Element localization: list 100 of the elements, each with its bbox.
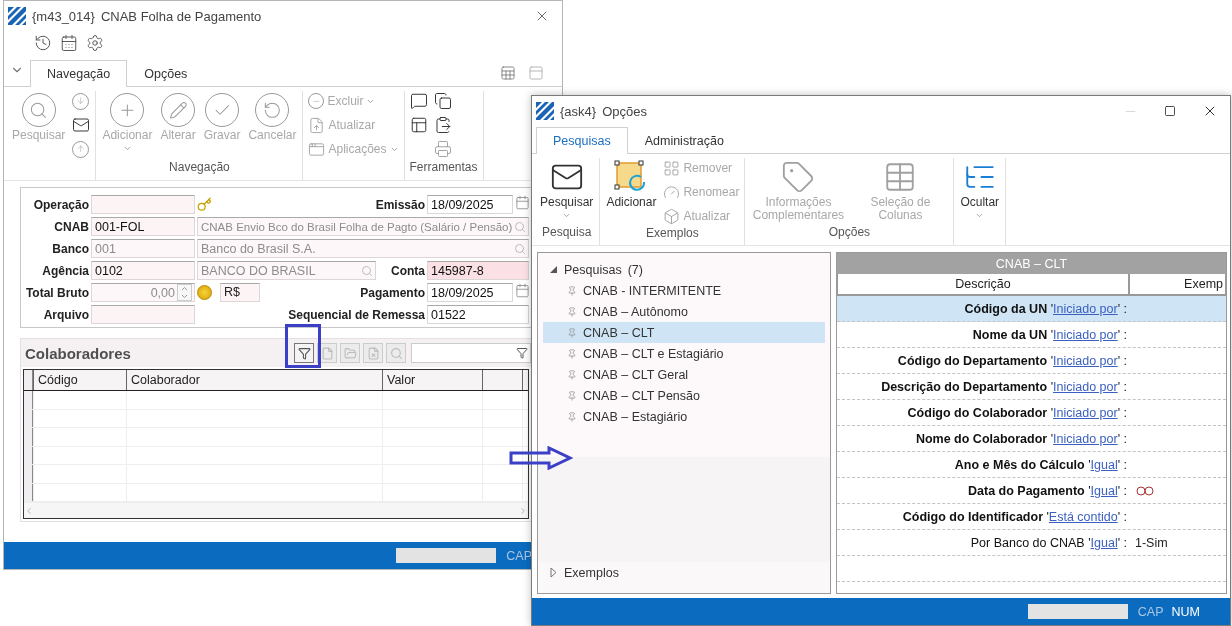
grid-icon (663, 159, 681, 177)
expand-icon[interactable] (549, 265, 558, 274)
filter-condition: Código do Identificador 'Está contido' : (902, 509, 1128, 524)
tree-item[interactable]: CNAB – CLT e Estagiário (543, 343, 825, 364)
filter-value: 1-Sim (1134, 535, 1169, 550)
field-label: CNAB (53, 219, 89, 234)
window-title: Opções (602, 103, 647, 119)
tree-item[interactable]: CNAB – CLT Geral (543, 364, 825, 385)
tree-item[interactable]: CNAB – Estagiário (543, 406, 825, 427)
ribbon-tab[interactable]: Opções (127, 60, 205, 87)
operator-link[interactable]: Iniciado por (1053, 431, 1118, 446)
row-selector[interactable] (24, 483, 33, 501)
find-button[interactable] (386, 343, 406, 363)
caret-icon (562, 211, 572, 220)
search-icon[interactable] (514, 242, 526, 255)
scroll-right-icon[interactable] (518, 505, 528, 516)
grid-title: CNAB – CLT (837, 253, 1226, 274)
file-delete-icon (366, 346, 380, 360)
operator-link[interactable]: Iniciado por (1053, 327, 1118, 342)
ribbon-button[interactable]: Adicionar (605, 158, 658, 211)
currency-field[interactable]: R$ (220, 283, 260, 302)
caret-icon (975, 211, 985, 220)
field-label: Emissão (375, 197, 425, 212)
filter-condition: Por Banco do CNAB 'Igual' : (970, 535, 1128, 550)
operator-link[interactable]: Iniciado por (1053, 301, 1118, 316)
delete-button[interactable] (363, 343, 383, 363)
tree-item[interactable]: CNAB – CLT (543, 322, 825, 343)
ribbon-tab[interactable]: Pesquisas (536, 127, 628, 154)
pin-icon (567, 369, 577, 380)
status-indicator: CAP (1137, 604, 1164, 619)
app-logo-icon (536, 102, 554, 120)
search-icon[interactable] (514, 220, 526, 233)
ribbon-button[interactable]: Pesquisar (539, 158, 595, 222)
pin-icon (567, 348, 577, 359)
date-field[interactable]: 18/09/2025 (427, 195, 513, 214)
coin-icon (197, 285, 212, 300)
settings-icon[interactable] (86, 34, 104, 52)
calendar-icon[interactable] (515, 283, 530, 298)
calendar-icon[interactable] (60, 34, 78, 52)
envelope-icon (72, 116, 91, 134)
column-header[interactable]: Valor (382, 370, 482, 390)
description-field[interactable]: BANCO DO BRASIL (197, 261, 376, 280)
status-indicator: NUM (1171, 604, 1200, 619)
pin-icon (567, 390, 577, 401)
box-icon (663, 207, 681, 225)
new-button[interactable] (317, 343, 337, 363)
group-label: Exemplos (645, 226, 700, 242)
description-field[interactable]: CNAB Envio Bco do Brasil Folha de Pagto (Salário / Pensão) (197, 217, 529, 236)
search-field[interactable] (411, 343, 531, 363)
search-icon (389, 346, 403, 360)
field-label: Agência (41, 263, 89, 278)
caret-icon (122, 144, 132, 153)
expand-icon[interactable] (549, 567, 558, 578)
row-selector[interactable] (24, 391, 33, 409)
operator-link[interactable]: Iniciado por (1053, 379, 1118, 394)
description-field[interactable]: Banco do Brasil S.A. (197, 239, 529, 258)
field-label: Total Bruto (24, 285, 89, 300)
column-header[interactable]: Descrição (837, 274, 1129, 295)
history-icon[interactable] (34, 34, 52, 52)
link-icon (1135, 485, 1157, 496)
maximize-icon[interactable] (1164, 105, 1176, 117)
tree-item[interactable]: CNAB – CLT Pensão (543, 385, 825, 406)
column-header[interactable]: Código (33, 370, 126, 390)
filter-condition: Nome da UN 'Iniciado por' : (972, 327, 1128, 342)
file-icon (320, 346, 334, 360)
date-field[interactable]: 18/09/2025 (427, 283, 513, 302)
tree-label[interactable]: Exemplos (564, 565, 619, 580)
tree-label[interactable]: Pesquisas (564, 262, 622, 277)
funnel-icon (297, 346, 311, 360)
filter-button[interactable] (294, 343, 314, 363)
column-header[interactable]: Exemp (1129, 274, 1226, 295)
tree-item[interactable]: CNAB – Autônomo (543, 301, 825, 322)
group-label: Opções (827, 225, 872, 241)
search-icon[interactable] (361, 264, 373, 277)
filter-condition: Código da UN 'Iniciado por' : (964, 301, 1128, 316)
ribbon-tab[interactable]: Navegação (30, 60, 128, 87)
ribbon-button[interactable]: Ocultar (959, 158, 1001, 222)
account-field[interactable]: 145987-8 (427, 261, 529, 280)
scroll-left-icon[interactable] (24, 505, 34, 516)
field-label: Operação (32, 197, 89, 212)
field-label: Conta (390, 263, 425, 278)
sequence-field[interactable]: 01522 (427, 305, 529, 324)
window-list-icon (308, 140, 326, 158)
status-indicator: CAP (506, 548, 532, 563)
operacao-field[interactable] (91, 195, 195, 214)
layout-icon[interactable] (528, 65, 544, 81)
tree-item[interactable]: CNAB - INTERMITENTE (543, 280, 825, 301)
filter-condition: Código do Colaborador 'Iniciado por' : (907, 405, 1128, 420)
operator-link[interactable]: Iniciado por (1053, 353, 1118, 368)
window-code: {ask4} (560, 103, 597, 119)
code-field[interactable]: 001-FOL (91, 217, 195, 236)
calendar-icon[interactable] (515, 195, 530, 210)
ribbon-tab[interactable]: Administração (627, 127, 741, 154)
column-header[interactable]: Colaborador (126, 370, 382, 390)
pointer-arrow (509, 446, 573, 470)
code-field[interactable]: 0102 (91, 261, 195, 280)
file-field[interactable] (91, 305, 195, 324)
gauge-icon (663, 183, 681, 201)
field-label: Arquivo (42, 307, 89, 322)
operator-link[interactable]: Iniciado por (1053, 405, 1118, 420)
